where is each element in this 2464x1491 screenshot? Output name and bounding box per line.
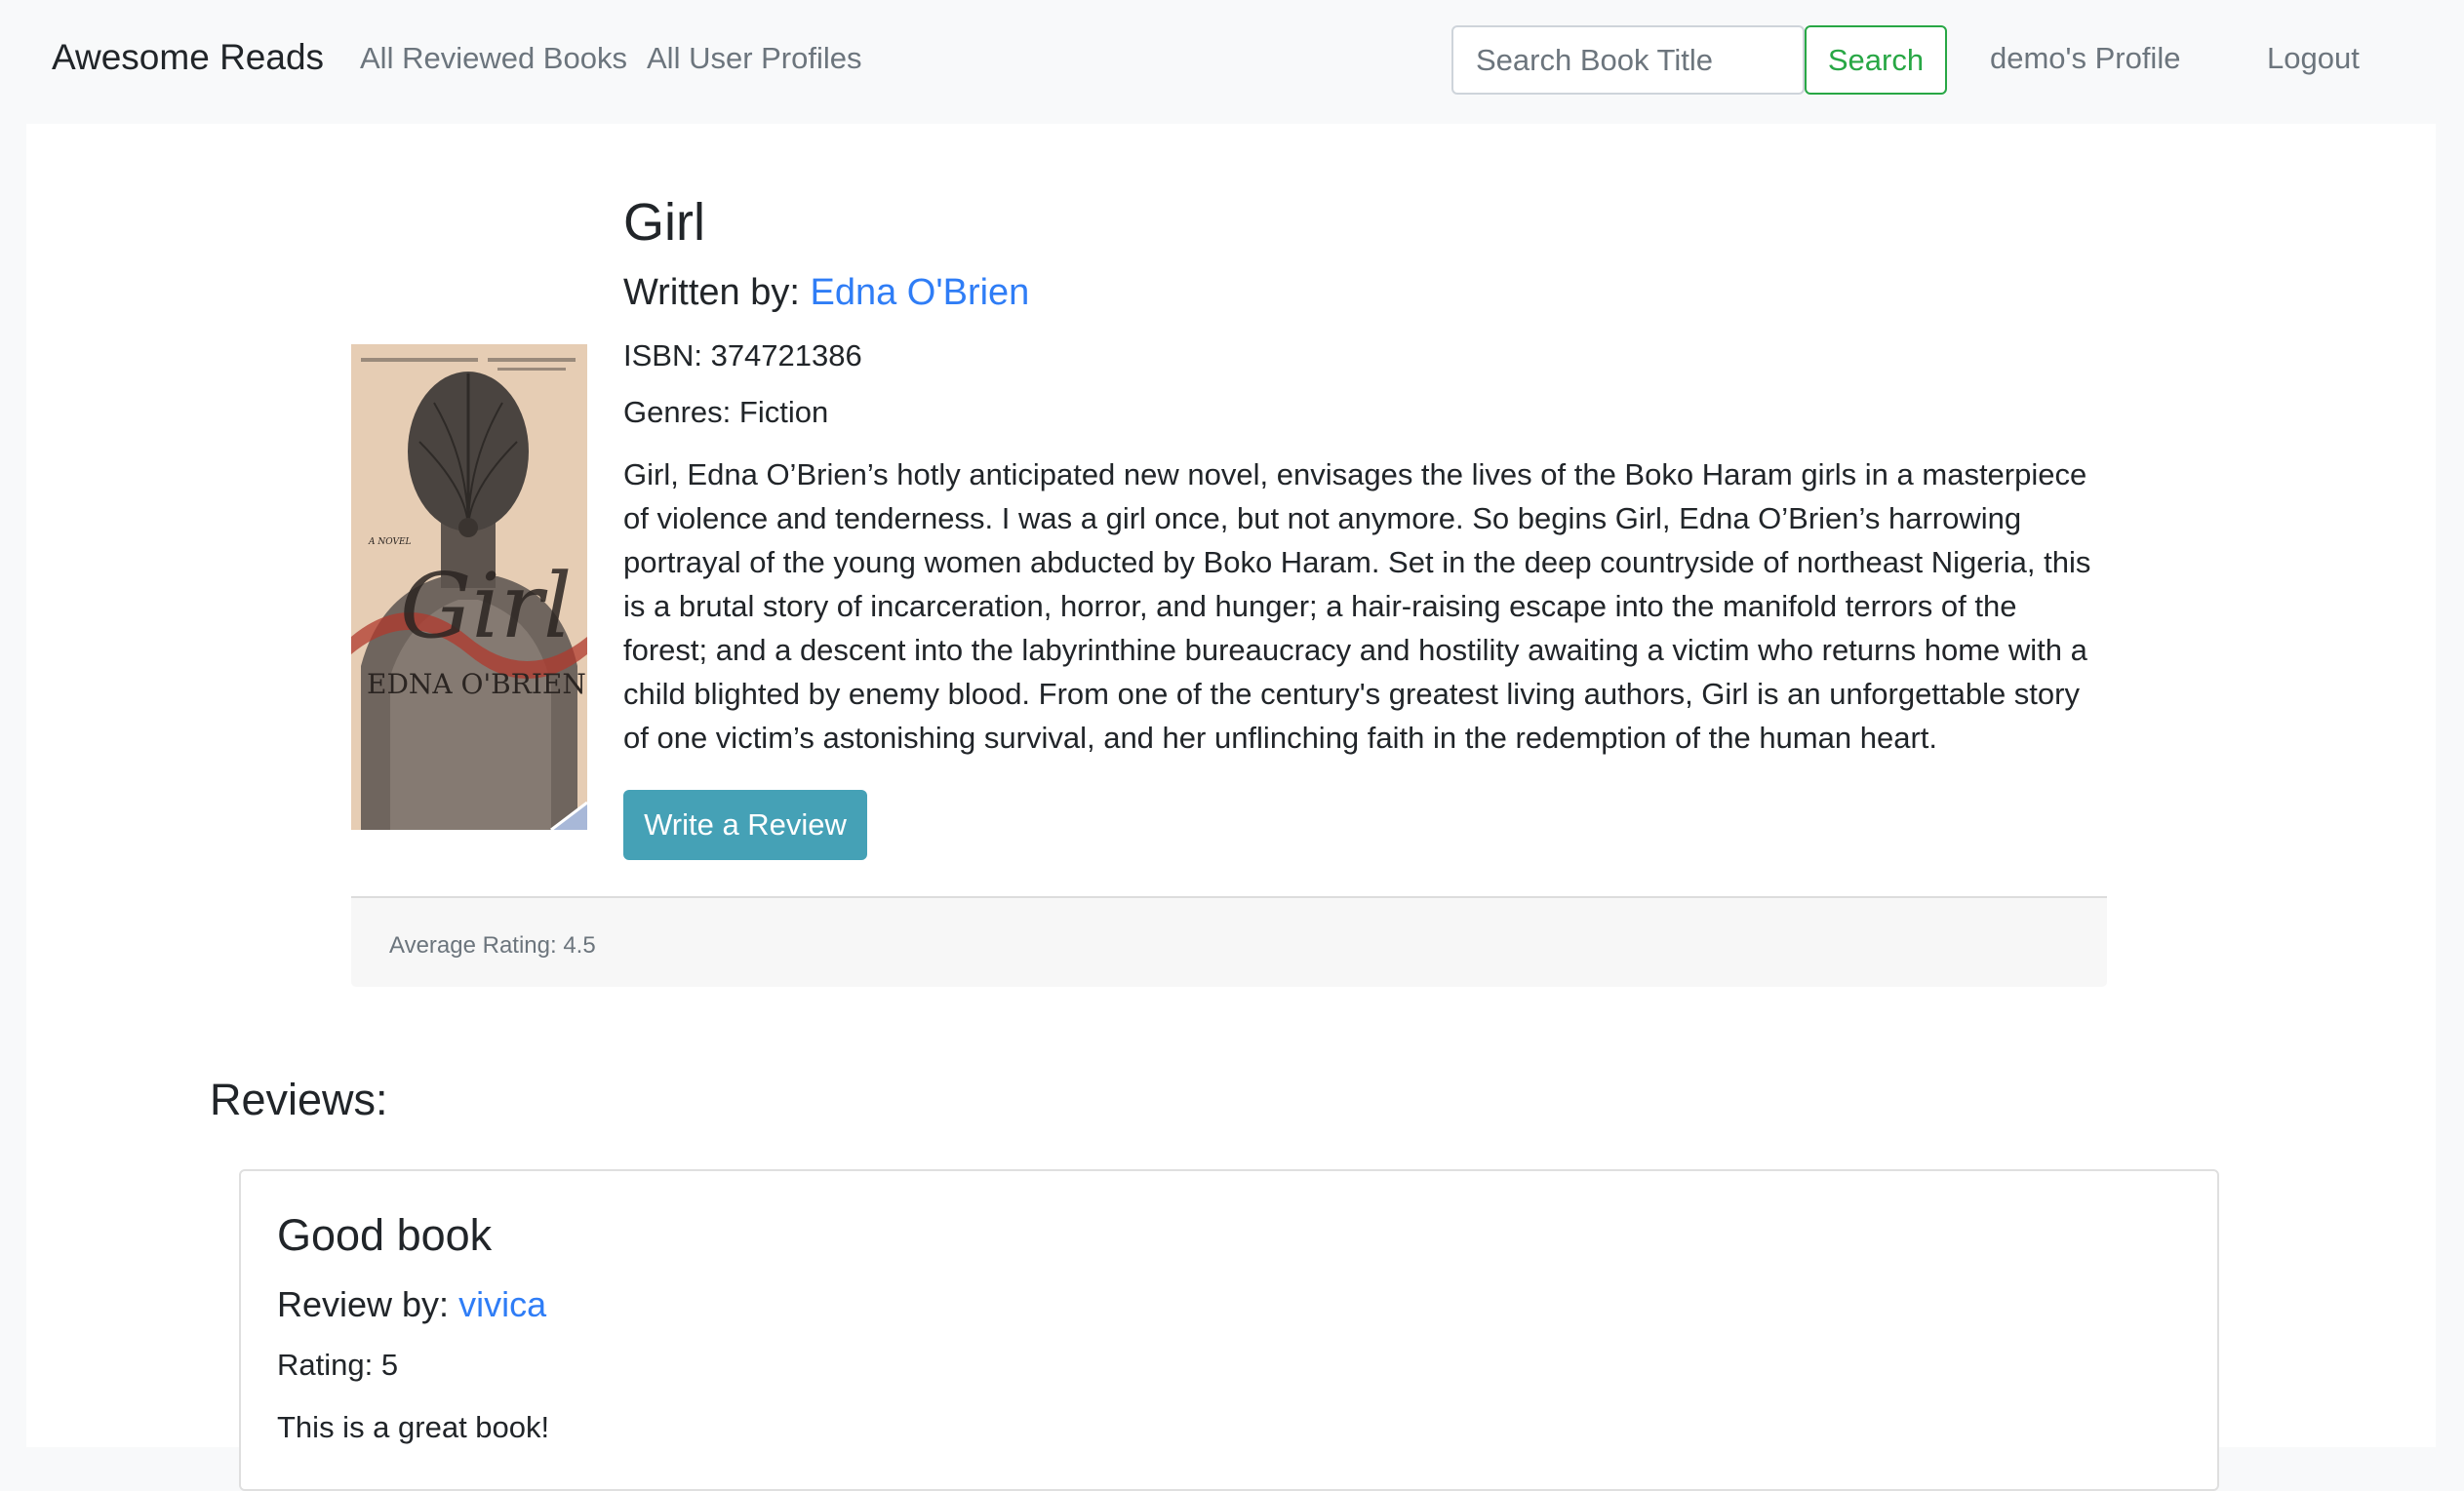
book-genres: Genres: Fiction bbox=[623, 395, 829, 429]
book-cover-illustration: A NOVEL Girl EDNA O'BRIEN bbox=[351, 344, 587, 830]
nav-link-all-reviewed-books[interactable]: All Reviewed Books bbox=[360, 41, 627, 76]
book-cover-image: A NOVEL Girl EDNA O'BRIEN bbox=[351, 344, 587, 830]
review-rating: Rating: 5 bbox=[277, 1348, 399, 1382]
search-input[interactable] bbox=[1451, 25, 1805, 95]
written-by-label: Written by: bbox=[623, 272, 800, 313]
author-link[interactable]: Edna O'Brien bbox=[810, 272, 1029, 313]
review-title: Good book bbox=[277, 1210, 493, 1260]
svg-text:EDNA O'BRIEN: EDNA O'BRIEN bbox=[367, 668, 586, 700]
author-line: Written by: Edna O'Brien bbox=[623, 272, 1029, 314]
svg-text:Girl: Girl bbox=[400, 554, 572, 658]
review-by-label: Review by: bbox=[277, 1284, 450, 1324]
page-edge bbox=[2436, 124, 2464, 1447]
book-description: Girl, Edna O’Brien’s hotly anticipated n… bbox=[623, 457, 2091, 755]
average-rating-footer: Average Rating: 4.5 bbox=[351, 896, 2107, 987]
nav-link-profile[interactable]: demo's Profile bbox=[1990, 41, 2180, 76]
review-card: Good book Review by: vivica Rating: 5 Th… bbox=[239, 1169, 2219, 1491]
svg-text:A NOVEL: A NOVEL bbox=[368, 537, 412, 547]
search-button[interactable]: Search bbox=[1805, 25, 1947, 95]
book-title: Girl bbox=[623, 193, 705, 252]
nav-link-logout[interactable]: Logout bbox=[2267, 41, 2360, 76]
navbar: Awesome Reads All Reviewed Books All Use… bbox=[0, 0, 2464, 124]
nav-link-all-user-profiles[interactable]: All User Profiles bbox=[647, 41, 862, 76]
book-isbn: ISBN: 374721386 bbox=[623, 338, 862, 373]
review-text: This is a great book! bbox=[277, 1410, 550, 1444]
main-content: A NOVEL Girl EDNA O'BRIEN Girl Written b… bbox=[26, 124, 2436, 1491]
reviewer-link[interactable]: vivica bbox=[458, 1284, 546, 1324]
reviews-heading: Reviews: bbox=[210, 1075, 388, 1124]
review-author-line: Review by: vivica bbox=[277, 1284, 546, 1325]
average-rating: Average Rating: 4.5 bbox=[389, 932, 596, 959]
write-review-button[interactable]: Write a Review bbox=[623, 790, 867, 860]
brand-link[interactable]: Awesome Reads bbox=[52, 37, 324, 78]
